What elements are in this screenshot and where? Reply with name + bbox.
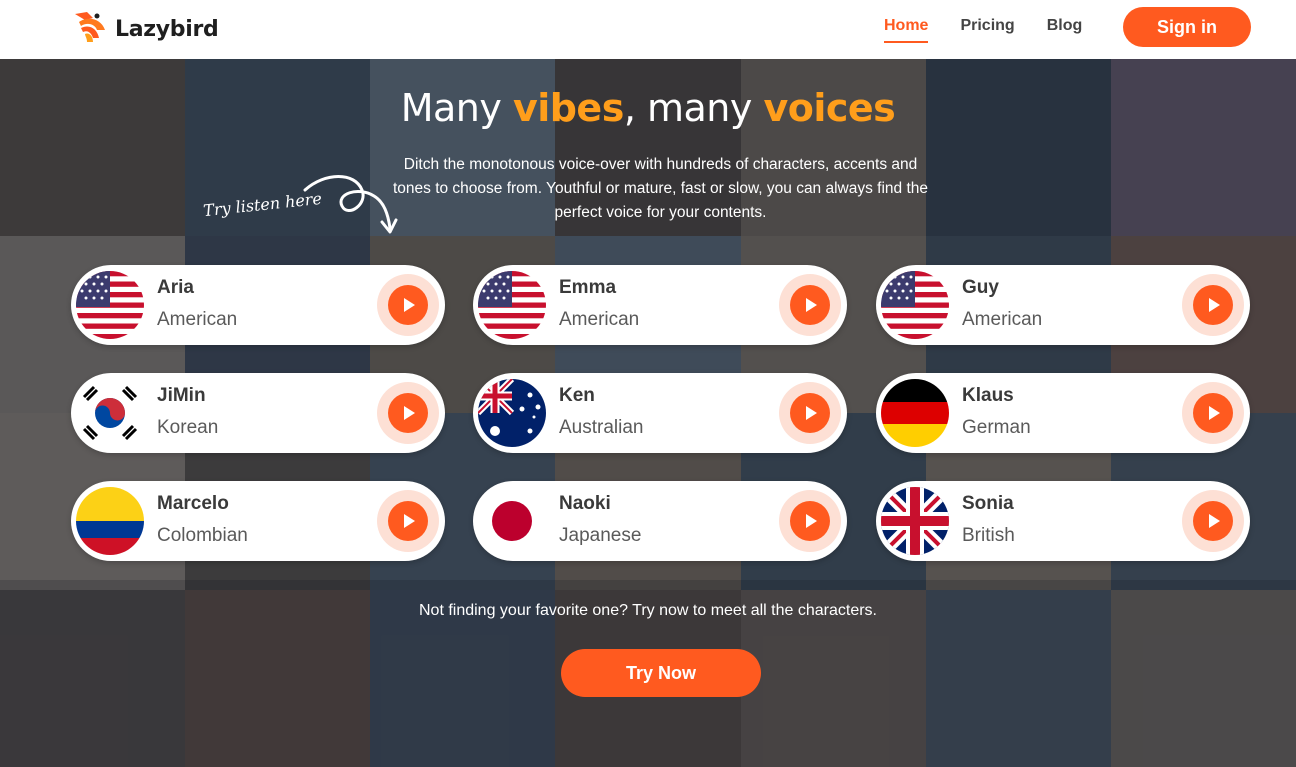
kr-flag-icon <box>76 379 144 447</box>
play-icon <box>806 298 817 312</box>
us-flag-icon <box>76 271 144 339</box>
jp-flag-icon <box>478 487 546 555</box>
play-button[interactable] <box>1182 382 1244 444</box>
voice-name: Aria <box>157 277 194 298</box>
play-button[interactable] <box>779 274 841 336</box>
co-flag-icon <box>76 487 144 555</box>
gb-flag-icon <box>881 487 949 555</box>
voice-card-aria[interactable]: Aria American <box>71 265 445 345</box>
play-icon <box>1209 406 1220 420</box>
play-icon <box>1209 298 1220 312</box>
play-icon <box>806 406 817 420</box>
sign-in-button[interactable]: Sign in <box>1123 7 1251 47</box>
curly-arrow-icon <box>300 172 400 246</box>
voice-accent: Australian <box>559 417 644 438</box>
voice-accent: Korean <box>157 417 219 438</box>
play-button[interactable] <box>377 382 439 444</box>
hero-title: Many vibes, many voices <box>0 86 1296 130</box>
play-button[interactable] <box>377 490 439 552</box>
voice-card-sonia[interactable]: Sonia British <box>876 481 1250 561</box>
logo[interactable]: Lazybird <box>71 8 219 50</box>
voice-name: Ken <box>559 385 595 406</box>
lazybird-logo-icon <box>71 8 109 50</box>
logo-text: Lazybird <box>115 16 219 42</box>
voice-card-jimin[interactable]: JiMin Korean <box>71 373 445 453</box>
play-icon <box>404 514 415 528</box>
voice-name: Naoki <box>559 493 611 514</box>
try-now-button[interactable]: Try Now <box>561 649 761 697</box>
hero-title-accent1: vibes <box>512 86 624 130</box>
voice-accent: Japanese <box>559 525 642 546</box>
more-characters-prompt: Not finding your favorite one? Try now t… <box>418 602 877 619</box>
us-flag-icon <box>478 271 546 339</box>
play-button[interactable] <box>779 382 841 444</box>
nav-home[interactable]: Home <box>884 17 929 43</box>
voice-card-ken[interactable]: Ken Australian <box>473 373 847 453</box>
voice-name: Sonia <box>962 493 1014 514</box>
main-nav: Home Pricing Blog <box>884 17 1082 43</box>
play-icon <box>1209 514 1220 528</box>
voice-accent: American <box>962 309 1043 330</box>
play-icon <box>806 514 817 528</box>
de-flag-icon <box>881 379 949 447</box>
voice-card-emma[interactable]: Emma American <box>473 265 847 345</box>
hero-title-part2: , many <box>623 86 764 130</box>
nav-pricing[interactable]: Pricing <box>960 17 1014 43</box>
play-button[interactable] <box>779 490 841 552</box>
voice-accent: American <box>157 309 238 330</box>
play-button[interactable] <box>1182 274 1244 336</box>
voice-name: Guy <box>962 277 999 298</box>
nav-blog[interactable]: Blog <box>1047 17 1083 43</box>
hero-subtitle: Ditch the monotonous voice-over with hun… <box>392 156 929 221</box>
voice-name: Marcelo <box>157 493 229 514</box>
voice-card-marcelo[interactable]: Marcelo Colombian <box>71 481 445 561</box>
hero-title-accent2: voices <box>763 86 896 130</box>
voice-name: JiMin <box>157 385 206 406</box>
voice-name: Emma <box>559 277 617 298</box>
voice-accent: German <box>962 417 1031 438</box>
us-flag-icon <box>881 271 949 339</box>
voice-name: Klaus <box>962 385 1014 406</box>
play-icon <box>404 406 415 420</box>
hero-title-part1: Many <box>400 86 513 130</box>
play-button[interactable] <box>1182 490 1244 552</box>
voice-card-guy[interactable]: Guy American <box>876 265 1250 345</box>
au-flag-icon <box>478 379 546 447</box>
voice-accent: British <box>962 525 1015 546</box>
site-header: Lazybird Home Pricing Blog Sign in <box>0 0 1296 59</box>
voice-card-naoki[interactable]: Naoki Japanese <box>473 481 847 561</box>
voice-card-klaus[interactable]: Klaus German <box>876 373 1250 453</box>
play-icon <box>404 298 415 312</box>
voice-accent: American <box>559 309 640 330</box>
play-button[interactable] <box>377 274 439 336</box>
voice-accent: Colombian <box>157 525 248 546</box>
